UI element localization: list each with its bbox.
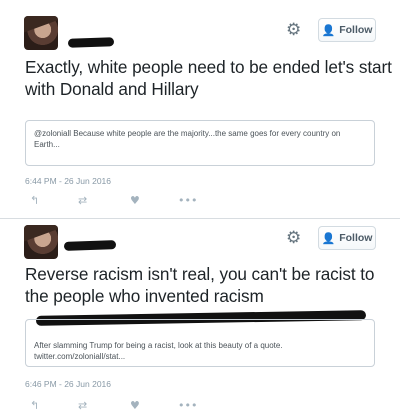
redacted-username	[63, 240, 117, 251]
tweet-text: Exactly, white people need to be ended l…	[25, 57, 392, 99]
retweet-icon[interactable]: ⇄	[78, 194, 87, 208]
follow-button[interactable]: 👤 Follow	[318, 18, 376, 42]
quoted-tweet-card[interactable]: After slamming Trump for being a racist,…	[25, 319, 375, 367]
person-add-icon: 👤	[321, 23, 336, 37]
more-icon[interactable]: •••	[178, 399, 197, 413]
follow-button-label: Follow	[339, 24, 373, 36]
reply-icon[interactable]: ↰	[30, 399, 39, 413]
gear-icon[interactable]: ⚙	[286, 22, 301, 39]
quoted-tweet-text: After slamming Trump for being a racist,…	[34, 341, 283, 361]
tweet-actions: ↰ ⇄ ♥ •••	[30, 399, 200, 413]
tweet-timestamp[interactable]: 6:46 PM - 26 Jun 2016	[25, 379, 111, 389]
quoted-tweet-card[interactable]: @zoloniall Because white people are the …	[25, 120, 375, 166]
redacted-username	[67, 37, 115, 48]
tweet-actions: ↰ ⇄ ♥ •••	[30, 194, 200, 208]
person-add-icon: 👤	[321, 231, 336, 245]
more-icon[interactable]: •••	[178, 194, 197, 208]
like-icon[interactable]: ♥	[130, 194, 140, 208]
quoted-tweet-text: @zoloniall Because white people are the …	[34, 129, 341, 149]
tweet-2: ⚙ 👤 Follow Reverse racism isn't real, yo…	[0, 218, 400, 413]
tweet-text: Reverse racism isn't real, you can't be …	[25, 264, 375, 306]
like-icon[interactable]: ♥	[130, 399, 140, 413]
retweet-icon[interactable]: ⇄	[78, 399, 87, 413]
avatar[interactable]	[24, 225, 58, 259]
follow-button[interactable]: 👤 Follow	[318, 226, 376, 250]
follow-button-label: Follow	[339, 232, 373, 244]
tweet-1: ⚙ 👤 Follow Exactly, white people need to…	[0, 0, 400, 218]
reply-icon[interactable]: ↰	[30, 194, 39, 208]
avatar[interactable]	[24, 16, 58, 50]
tweet-timestamp[interactable]: 6:44 PM - 26 Jun 2016	[25, 176, 111, 186]
gear-icon[interactable]: ⚙	[286, 230, 301, 247]
